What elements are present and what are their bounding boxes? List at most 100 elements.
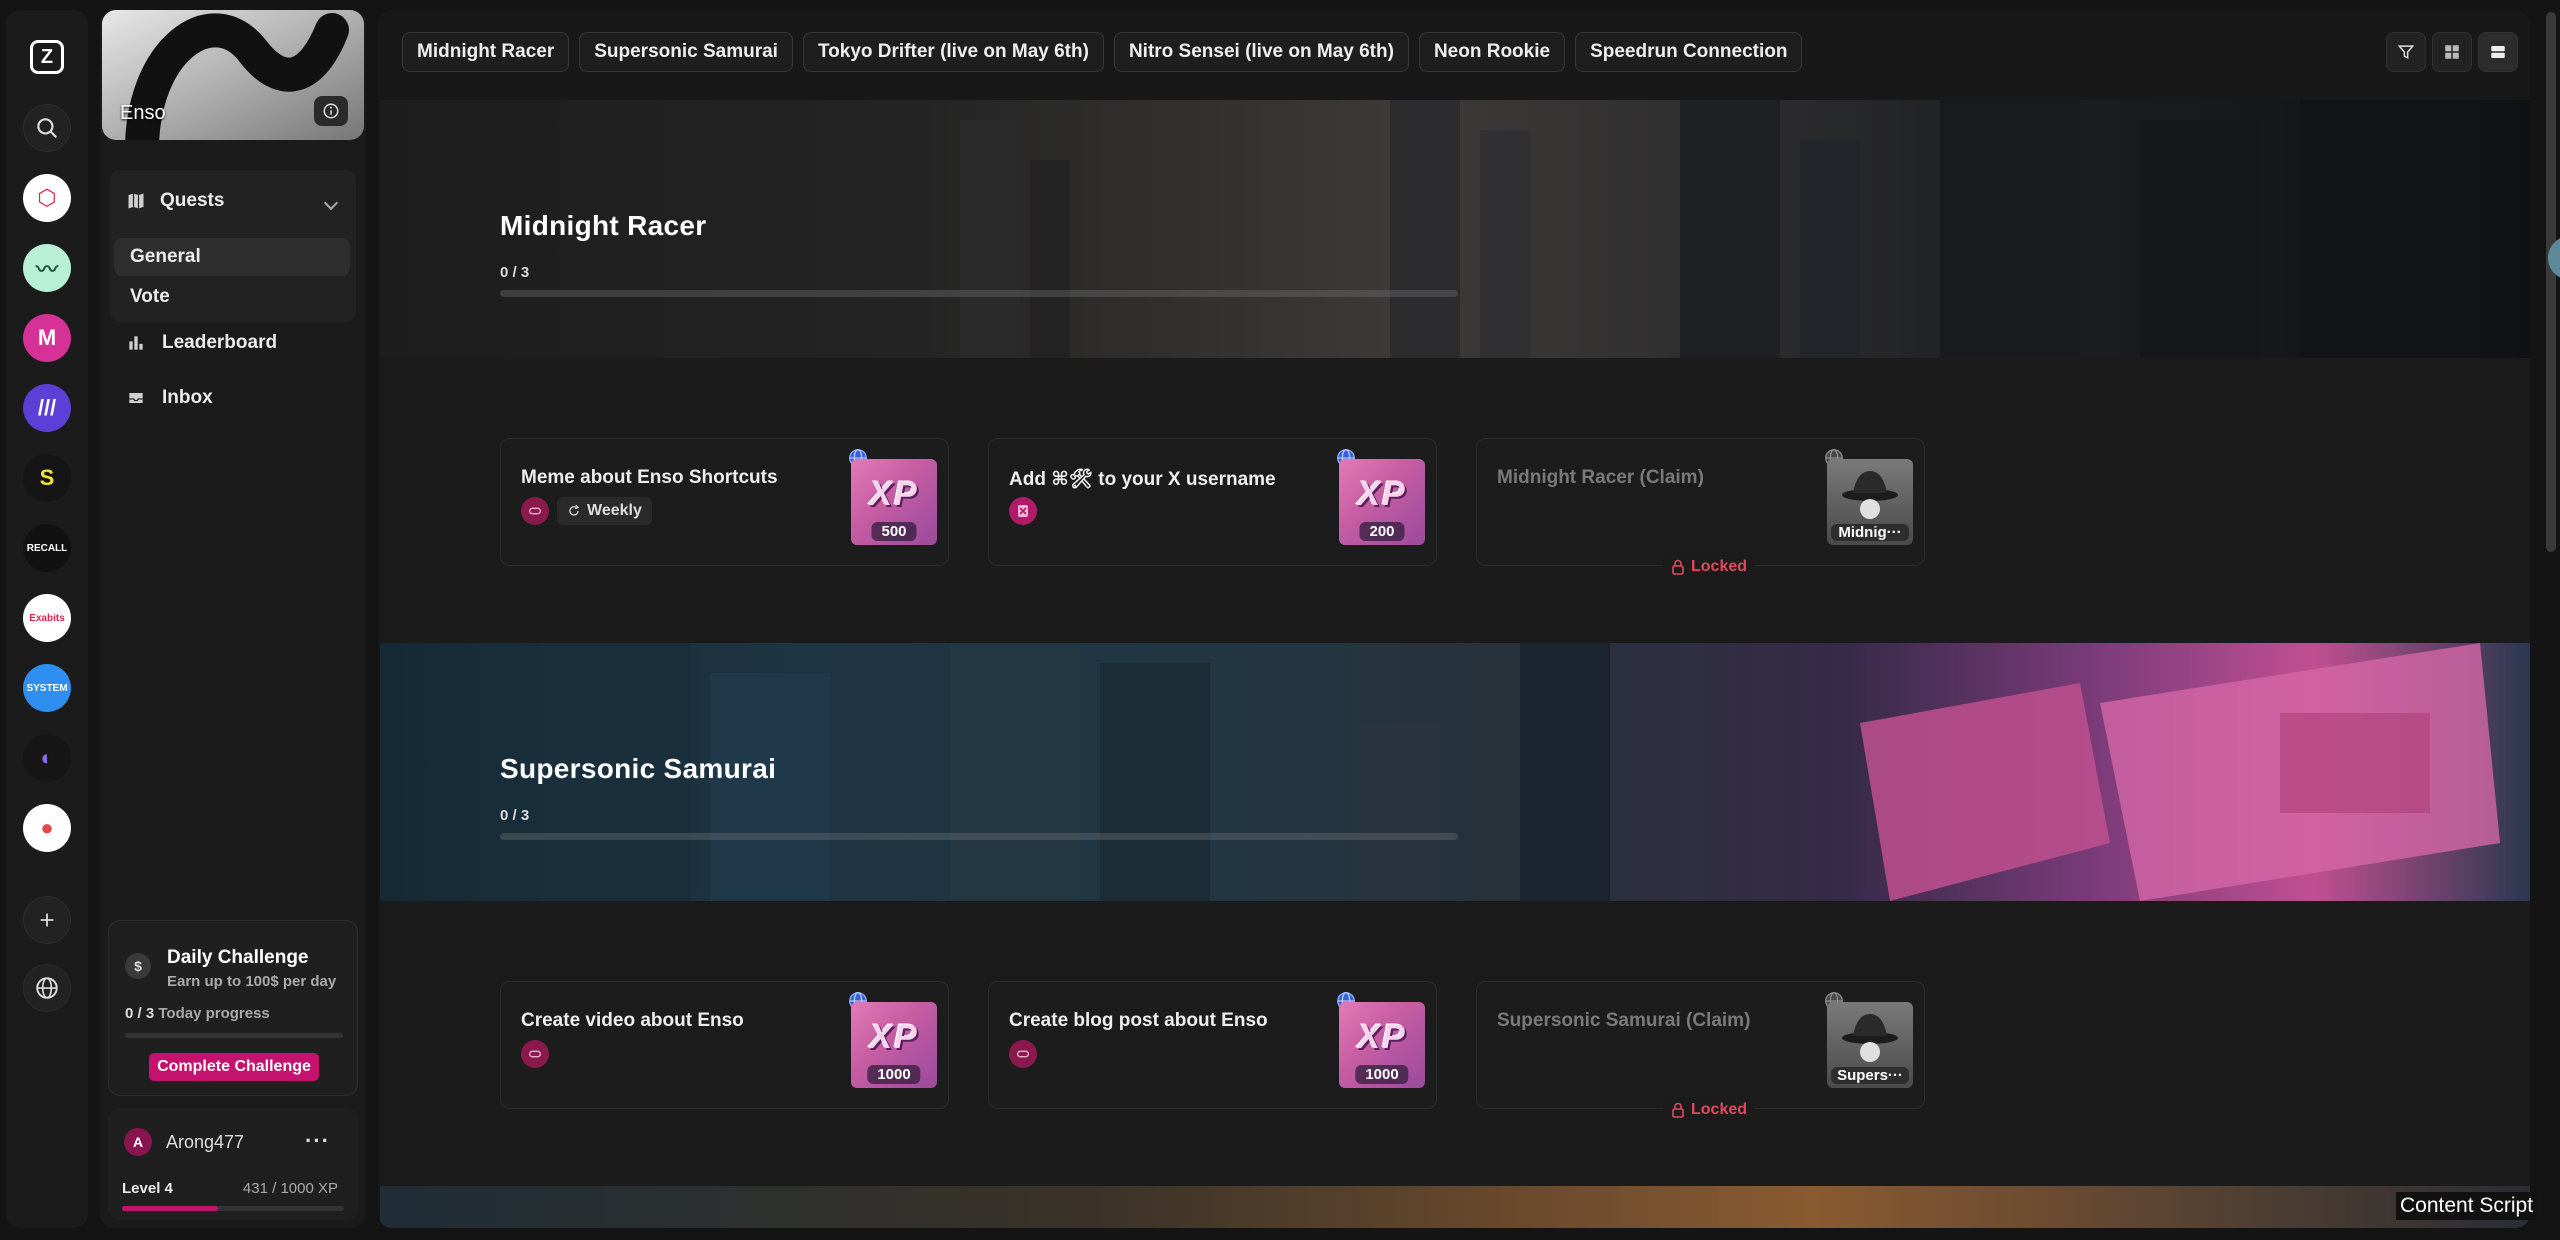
map-icon (128, 193, 144, 209)
quest-card-locked[interactable]: Midnight Racer (Claim) Midnig··· Locked (1476, 438, 1925, 579)
avatar[interactable]: A (124, 1128, 152, 1156)
challenge-progress-count: 0 / 3 (125, 1005, 155, 1022)
explore-button[interactable] (23, 964, 71, 1012)
quest-list-midnight-racer: Meme about Enso Shortcuts Weekly XP 500 A… (380, 358, 2530, 643)
quest-card[interactable]: Meme about Enso Shortcuts Weekly XP 500 (500, 438, 949, 566)
chevron-down-icon[interactable] (323, 195, 339, 211)
page-scrollbar[interactable] (2546, 12, 2556, 1222)
locked-status: Locked (1663, 1098, 1756, 1122)
app-rail: Z ⬡ 〰 M /// S RECALL Exabits SYSTEM ◐ ● (6, 10, 88, 1228)
app-circles-icon[interactable]: ● (23, 804, 71, 852)
badge-name: Midnig··· (1831, 524, 1909, 541)
section-title: Supersonic Samurai (500, 753, 777, 784)
nav-item-vote[interactable]: Vote (114, 278, 350, 316)
tab-neon-rookie[interactable]: Neon Rookie (1418, 32, 1566, 72)
grid-view-button[interactable] (2432, 32, 2472, 72)
filter-icon (2397, 45, 2415, 60)
xp-label: XP (869, 475, 919, 513)
app-system-icon[interactable]: SYSTEM (23, 664, 71, 712)
filter-button[interactable] (2386, 32, 2426, 72)
section-title: Midnight Racer (500, 210, 707, 241)
list-view-button[interactable] (2478, 32, 2518, 72)
search-icon (37, 118, 57, 138)
quest-card[interactable]: Create video about Enso XP 1000 (500, 981, 949, 1109)
quest-meta (1009, 497, 1037, 525)
refresh-icon (569, 504, 580, 516)
app-recall-icon[interactable]: RECALL (23, 524, 71, 572)
add-app-button[interactable] (23, 896, 71, 944)
quest-meta (521, 1040, 549, 1068)
app-yellow-s-icon[interactable]: S (23, 454, 71, 502)
app-purple-stripes-icon[interactable]: /// (23, 384, 71, 432)
xp-reward: XP 1000 (1339, 1002, 1425, 1088)
complete-challenge-button[interactable]: Complete Challenge (149, 1053, 319, 1081)
xp-reward: XP 500 (851, 459, 937, 545)
quest-title: Midnight Racer (Claim) (1497, 467, 1704, 488)
grid-icon (2445, 45, 2459, 59)
xp-amount: 1000 (1355, 1065, 1409, 1084)
quest-title: Create blog post about Enso (1009, 1010, 1268, 1031)
quest-title: Create video about Enso (521, 1010, 744, 1031)
nft-badge: Midnig··· (1827, 459, 1913, 545)
challenge-progress-bar (125, 1033, 343, 1038)
quests-main: Midnight Racer 0 / 3 Meme about Enso Sho… (378, 10, 2530, 1228)
weekly-label: Weekly (587, 502, 642, 519)
tab-supersonic-samurai[interactable]: Supersonic Samurai (579, 32, 793, 72)
app-pink-m-icon[interactable]: M (23, 314, 71, 362)
more-options-icon[interactable]: ··· (305, 1128, 330, 1154)
locked-status: Locked (1663, 555, 1756, 579)
inbox-label: Inbox (162, 387, 213, 408)
link-icon (521, 497, 549, 525)
content-script-label: Content Script (2396, 1192, 2538, 1220)
community-banner: Enso (102, 10, 364, 140)
locked-label: Locked (1691, 1101, 1748, 1118)
badge-name: Supers··· (1831, 1067, 1909, 1084)
bar-chart-icon (129, 336, 143, 350)
section-hero-supersonic-samurai: Supersonic Samurai 0 / 3 (380, 643, 2530, 901)
search-button[interactable] (23, 104, 71, 152)
user-card: A Arong477 ··· Level 4 431 / 1000 XP (108, 1108, 358, 1220)
tab-midnight-racer[interactable]: Midnight Racer (402, 32, 570, 72)
challenge-progress-label: Today progress (158, 1005, 270, 1022)
quest-meta (1009, 1040, 1037, 1068)
weekly-badge: Weekly (557, 497, 652, 525)
plus-icon (40, 913, 54, 927)
challenge-progress: 0 / 3 Today progress (125, 1005, 270, 1022)
xp-label: XP (1357, 475, 1407, 513)
quest-card[interactable]: Create blog post about Enso XP 1000 (988, 981, 1437, 1109)
app-red-hexagon-icon[interactable]: ⬡ (23, 174, 71, 222)
app-root: Z ⬡ 〰 M /// S RECALL Exabits SYSTEM ◐ ● Enso (0, 0, 2560, 1240)
xp-reward: XP 1000 (851, 1002, 937, 1088)
scrollbar-thumb[interactable] (2546, 12, 2556, 552)
nav-item-general[interactable]: General (114, 238, 350, 276)
locked-label: Locked (1691, 558, 1748, 575)
quest-meta: Weekly (521, 497, 652, 525)
quests-label: Quests (160, 190, 225, 211)
xp-amount: 200 (1359, 522, 1405, 541)
community-name: Enso (120, 102, 166, 124)
enso-logo-icon[interactable]: Z (30, 40, 64, 74)
quest-title: Add ⌘🛠 to your X username (1009, 469, 1276, 490)
quests-toggle[interactable]: Quests (126, 190, 224, 212)
section-progress-bar (500, 833, 1458, 840)
tab-tokyo-drifter[interactable]: Tokyo Drifter (live on May 6th) (802, 32, 1104, 72)
quest-card-locked[interactable]: Supersonic Samurai (Claim) Supers··· Loc… (1476, 981, 1925, 1122)
quest-card[interactable]: Add ⌘🛠 to your X username XP 200 (988, 438, 1437, 566)
daily-challenge-card: $ Daily Challenge Earn up to 100$ per da… (108, 920, 358, 1096)
app-mint-wave-icon[interactable]: 〰 (23, 244, 71, 292)
nav-item-leaderboard[interactable]: Leaderboard (126, 332, 277, 354)
quest-title: Meme about Enso Shortcuts (521, 467, 778, 488)
info-button[interactable] (314, 96, 348, 126)
nav-item-inbox[interactable]: Inbox (126, 387, 213, 409)
xp-progress-bar (122, 1206, 344, 1211)
leaderboard-label: Leaderboard (162, 332, 278, 353)
xp-amount: 1000 (867, 1065, 921, 1084)
app-exabits-icon[interactable]: Exabits (23, 594, 71, 642)
tab-nitro-sensei[interactable]: Nitro Sensei (live on May 6th) (1113, 32, 1409, 72)
user-level: Level 4 (122, 1180, 173, 1197)
xp-label: XP (869, 1018, 919, 1056)
list-icon (2491, 46, 2505, 58)
quest-title: Supersonic Samurai (Claim) (1497, 1010, 1751, 1031)
app-gradient-swirl-icon[interactable]: ◐ (23, 734, 71, 782)
tab-speedrun-connection[interactable]: Speedrun Connection (1575, 32, 1803, 72)
